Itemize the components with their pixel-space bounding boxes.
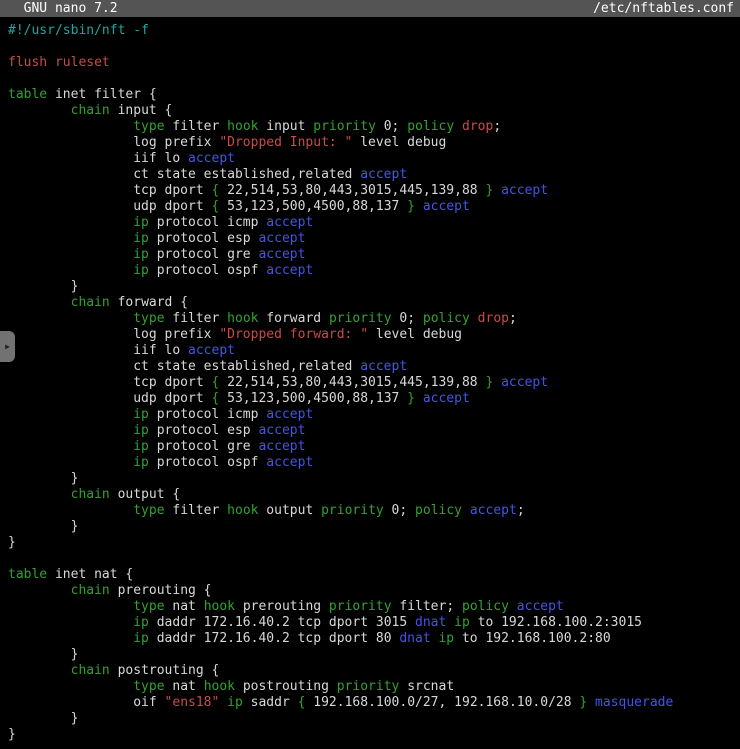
terminal-window: GNU nano 7.2 /etc/nftables.conf #!/usr/s… xyxy=(0,0,740,743)
editor-line: type filter hook output priority 0; poli… xyxy=(8,503,740,519)
chevron-right-icon: ▶ xyxy=(5,343,10,351)
editor-line: ip protocol icmp accept xyxy=(8,407,740,423)
editor-line: type filter hook input priority 0; polic… xyxy=(8,119,740,135)
editor-line: type nat hook prerouting priority filter… xyxy=(8,599,740,615)
editor-line: iif lo accept xyxy=(8,151,740,167)
editor-line: ip protocol gre accept xyxy=(8,439,740,455)
editor-line: tcp dport { 22,514,53,80,443,3015,445,13… xyxy=(8,375,740,391)
editor-line: } xyxy=(8,711,740,727)
editor-line: chain forward { xyxy=(8,295,740,311)
editor-line: chain input { xyxy=(8,103,740,119)
editor-line: } xyxy=(8,519,740,535)
editor-line: log prefix "Dropped Input: " level debug xyxy=(8,135,740,151)
editor-line: ip protocol icmp accept xyxy=(8,215,740,231)
editor-line: chain output { xyxy=(8,487,740,503)
nano-titlebar: GNU nano 7.2 /etc/nftables.conf xyxy=(0,0,740,17)
editor-line xyxy=(8,551,740,567)
file-path-label: /etc/nftables.conf xyxy=(593,0,736,17)
editor-line: iif lo accept xyxy=(8,343,740,359)
editor-line: table inet filter { xyxy=(8,87,740,103)
editor-line: udp dport { 53,123,500,4500,88,137 } acc… xyxy=(8,391,740,407)
editor-line: tcp dport { 22,514,53,80,443,3015,445,13… xyxy=(8,183,740,199)
editor-line: ip protocol esp accept xyxy=(8,231,740,247)
editor-line: chain postrouting { xyxy=(8,663,740,679)
editor-line: udp dport { 53,123,500,4500,88,137 } acc… xyxy=(8,199,740,215)
editor-line: } xyxy=(8,647,740,663)
editor-line: #!/usr/sbin/nft -f xyxy=(8,23,740,39)
editor-line: ip protocol ospf accept xyxy=(8,455,740,471)
editor-line: ip protocol ospf accept xyxy=(8,263,740,279)
console-sidebar-toggle[interactable]: ▶ xyxy=(0,331,15,362)
editor-line: chain prerouting { xyxy=(8,583,740,599)
editor-line: log prefix "Dropped forward: " level deb… xyxy=(8,327,740,343)
editor-line xyxy=(8,39,740,55)
editor-line: } xyxy=(8,727,740,743)
editor-line: table inet nat { xyxy=(8,567,740,583)
editor-line: ip protocol esp accept xyxy=(8,423,740,439)
editor-line: type filter hook forward priority 0; pol… xyxy=(8,311,740,327)
editor-line: ip daddr 172.16.40.2 tcp dport 3015 dnat… xyxy=(8,615,740,631)
editor-line: } xyxy=(8,535,740,551)
editor-line: ip protocol gre accept xyxy=(8,247,740,263)
editor-content[interactable]: #!/usr/sbin/nft -f flush ruleset table ine… xyxy=(0,17,740,743)
editor-line: ip daddr 172.16.40.2 tcp dport 80 dnat i… xyxy=(8,631,740,647)
editor-line: ct state established,related accept xyxy=(8,359,740,375)
editor-line: ct state established,related accept xyxy=(8,167,740,183)
editor-line xyxy=(8,71,740,87)
editor-line: type nat hook postrouting priority srcna… xyxy=(8,679,740,695)
editor-line: flush ruleset xyxy=(8,55,740,71)
editor-line: oif "ens18" ip saddr { 192.168.100.0/27,… xyxy=(8,695,740,711)
editor-line: } xyxy=(8,279,740,295)
app-version-label: GNU nano 7.2 xyxy=(0,0,118,17)
editor-line: } xyxy=(8,471,740,487)
